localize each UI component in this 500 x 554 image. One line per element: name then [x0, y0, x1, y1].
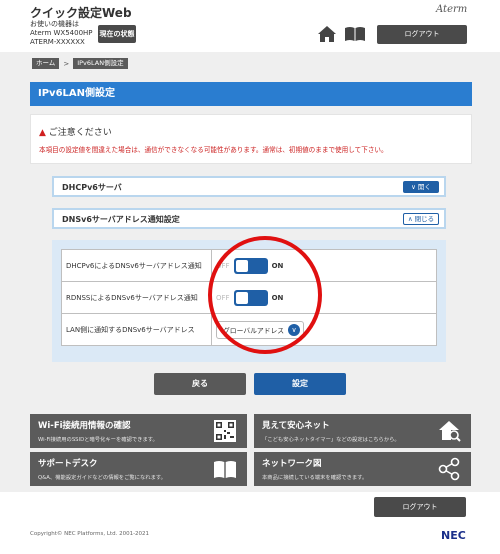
- breadcrumb-home[interactable]: ホーム: [32, 58, 60, 69]
- section-dnsv6-notify[interactable]: DNSv6サーバアドレス通知設定 ∧ 閉じる: [52, 208, 446, 229]
- tile-title: Wi-Fi接続用情報の確認: [38, 421, 131, 431]
- setting-label: RDNSSによるDNSv6サーバアドレス通知: [61, 281, 212, 314]
- house-search-icon: [439, 421, 461, 442]
- open-button[interactable]: ∨ 開く: [403, 181, 439, 193]
- device-model: Aterm WX5400HP: [30, 29, 93, 37]
- device-caption: お使いの機器は: [30, 20, 79, 28]
- set-button[interactable]: 設定: [254, 373, 346, 395]
- header: クイック設定Web お使いの機器は Aterm WX5400HP ATERM-X…: [0, 0, 500, 52]
- warning-text: 本項目の設定値を間違えた場合は、通信ができなくなる可能性があります。通常は、初期…: [39, 146, 388, 154]
- tile-mieteanshin-net[interactable]: 見えて安心ネット 「こども安心ネットタイマー」などの設定はこちらから。: [254, 414, 471, 448]
- aterm-logo: Aterm: [436, 4, 468, 15]
- network-icon: [438, 457, 460, 481]
- home-icon[interactable]: [317, 25, 337, 43]
- book-icon[interactable]: [344, 26, 366, 42]
- warning-title: ▲ ご注意ください: [39, 125, 112, 138]
- tile-desc: Wi-Fi接続用のSSIDと暗号化キーを確認できます。: [38, 437, 158, 443]
- warning-box: ▲ ご注意ください 本項目の設定値を間違えた場合は、通信ができなくなる可能性があ…: [30, 114, 472, 164]
- logout-button-bottom[interactable]: ログアウト: [374, 497, 466, 517]
- highlight-circle: [208, 236, 322, 354]
- tile-support-desk[interactable]: サポートデスク Q&A、機能設定ガイドなどの情報をご覧になれます。: [30, 452, 247, 486]
- warning-icon: ▲: [39, 128, 46, 138]
- logout-button-top[interactable]: ログアウト: [377, 25, 467, 44]
- warning-title-text: ご注意ください: [48, 128, 112, 138]
- device-info: お使いの機器は Aterm WX5400HP ATERM-XXXXXX: [30, 20, 93, 47]
- close-button[interactable]: ∧ 閉じる: [403, 213, 439, 225]
- section-dnsv6-label: DNSv6サーバアドレス通知設定: [62, 215, 180, 224]
- current-status-button[interactable]: 現在の状態: [98, 25, 136, 43]
- section-dhcpv6-server[interactable]: DHCPv6サーバ ∨ 開く: [52, 176, 446, 197]
- setting-label: LAN側に通知するDNSv6サーバアドレス: [61, 313, 212, 346]
- back-button[interactable]: 戻る: [154, 373, 246, 395]
- tile-desc: 「こども安心ネットタイマー」などの設定はこちらから。: [262, 437, 400, 443]
- app-title: クイック設定Web: [30, 6, 132, 20]
- page-title: IPv6LAN側設定: [30, 82, 472, 106]
- book-icon: [214, 461, 236, 478]
- tile-title: ネットワーク図: [262, 459, 322, 469]
- device-serial: ATERM-XXXXXX: [30, 38, 85, 46]
- qr-code-icon: [214, 420, 236, 442]
- breadcrumb: ホーム > IPv6LAN側設定: [32, 58, 128, 69]
- tile-wifi-info[interactable]: Wi-Fi接続用情報の確認 Wi-Fi接続用のSSIDと暗号化キーを確認できます…: [30, 414, 247, 448]
- setting-label: DHCPv6によるDNSv6サーバアドレス通知: [61, 249, 212, 282]
- section-dhcpv6-label: DHCPv6サーバ: [62, 183, 122, 192]
- copyright: Copyright© NEC Platforms, Ltd. 2001-2021: [30, 531, 150, 537]
- tile-network-map[interactable]: ネットワーク図 本商品に接続している端末を確認できます。: [254, 452, 471, 486]
- breadcrumb-current: IPv6LAN側設定: [73, 58, 128, 69]
- tile-title: 見えて安心ネット: [262, 421, 330, 431]
- tile-desc: 本商品に接続している端末を確認できます。: [262, 475, 368, 481]
- tile-desc: Q&A、機能設定ガイドなどの情報をご覧になれます。: [38, 475, 166, 481]
- tile-title: サポートデスク: [38, 459, 98, 469]
- nec-logo: NEC: [441, 529, 466, 542]
- breadcrumb-separator: >: [63, 59, 70, 68]
